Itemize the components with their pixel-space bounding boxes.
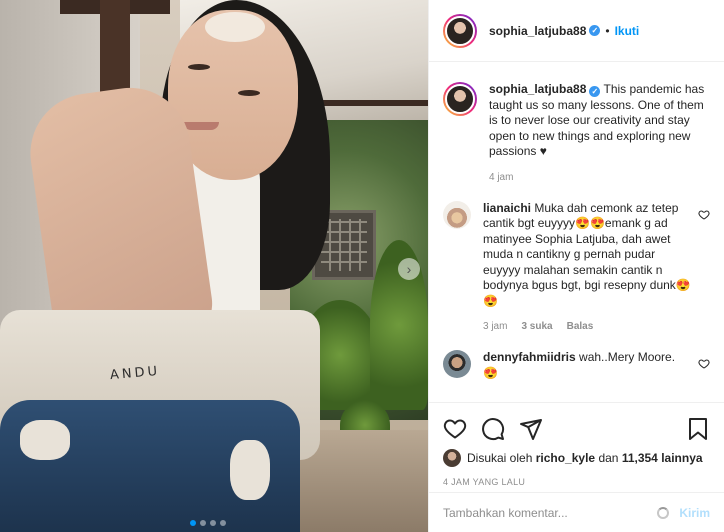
add-comment-bar: Kirim (429, 492, 724, 532)
follow-button[interactable]: Ikuti (615, 24, 640, 38)
comment-meta: 3 jam 3 suka Balas (483, 321, 692, 332)
commenter-avatar[interactable] (443, 200, 471, 229)
liked-count[interactable]: 11,354 lainnya (622, 451, 703, 465)
comment-input[interactable] (443, 505, 648, 520)
comment-item: dennyfahmiidris wah..Mery Moore. 😍 (443, 350, 710, 381)
header-separator: • (605, 23, 610, 38)
carousel-dot (190, 520, 196, 526)
likes-summary: Disukai oleh richo_kyle dan 11,354 lainn… (443, 449, 710, 467)
comment-like-heart-icon[interactable] (698, 209, 710, 221)
author-avatar[interactable] (443, 13, 477, 48)
photo-rip (230, 440, 270, 500)
post-header: sophia_latjuba88 ✓ • Ikuti (429, 0, 724, 62)
comment-body: Muka dah cemonk az tetep cantik bgt euyy… (483, 200, 691, 308)
caption-text: sophia_latjuba88 ✓ This pandemic has taug… (489, 82, 710, 160)
photo-eye (238, 90, 260, 96)
caption-username[interactable]: sophia_latjuba88 (489, 82, 586, 96)
post-comment-button[interactable]: Kirim (679, 506, 710, 520)
post-image[interactable]: ANDU › (0, 0, 428, 532)
caption-time[interactable]: 4 jam (489, 172, 513, 183)
liked-by-prefix: Disukai oleh (467, 451, 533, 465)
post-timestamp[interactable]: 4 JAM YANG LALU (443, 477, 710, 487)
photo-face-paint (205, 12, 265, 42)
heart-icon[interactable] (443, 417, 467, 441)
post-actions: Disukai oleh richo_kyle dan 11,354 lainn… (429, 402, 724, 487)
comment-text: lianaichi Muka dah cemonk az tetep canti… (483, 201, 692, 310)
liked-by-and: dan (598, 451, 619, 465)
comment-like-heart-icon[interactable] (698, 358, 710, 370)
carousel-dots (190, 520, 226, 526)
photo-mouth (183, 122, 219, 130)
caption-meta: 4 jam (489, 172, 710, 183)
carousel-dot (220, 520, 226, 526)
comment-time[interactable]: 3 jam (483, 321, 507, 332)
loading-spinner-icon (657, 506, 670, 519)
caption: sophia_latjuba88 ✓ This pandemic has taug… (443, 82, 710, 183)
photo-eye (188, 64, 210, 70)
liker-avatar[interactable] (443, 449, 461, 467)
verified-badge-icon: ✓ (589, 25, 601, 36)
comment-username[interactable]: lianaichi (483, 201, 531, 215)
author-username[interactable]: sophia_latjuba88 (489, 24, 586, 38)
bookmark-icon[interactable] (686, 417, 710, 441)
carousel-dot (210, 520, 216, 526)
comment-likes[interactable]: 3 suka (521, 321, 552, 332)
commenter-avatar[interactable] (443, 350, 471, 378)
next-image-arrow-icon[interactable]: › (398, 258, 420, 280)
verified-badge-icon: ✓ (589, 86, 601, 97)
post-panel: sophia_latjuba88 ✓ • Ikuti sophia_latjub… (428, 0, 724, 532)
carousel-dot (200, 520, 206, 526)
comment-text: dennyfahmiidris wah..Mery Moore. 😍 (483, 350, 692, 381)
photo-rip (20, 420, 70, 460)
caption-avatar[interactable] (443, 82, 477, 116)
comment-username[interactable]: dennyfahmiidris (483, 350, 576, 364)
action-icons (443, 411, 710, 447)
reply-button[interactable]: Balas (567, 321, 594, 332)
comment-item: lianaichi Muka dah cemonk az tetep canti… (443, 200, 710, 332)
comments-section[interactable]: sophia_latjuba88 ✓ This pandemic has taug… (429, 62, 724, 402)
liked-by-user[interactable]: richo_kyle (536, 451, 595, 465)
comment-icon[interactable] (481, 417, 505, 441)
share-icon[interactable] (519, 417, 543, 441)
